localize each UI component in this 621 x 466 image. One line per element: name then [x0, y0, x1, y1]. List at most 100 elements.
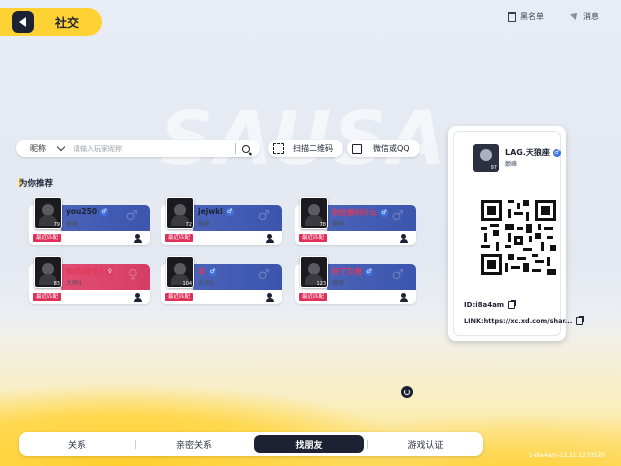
female-icon: ♀ [105, 268, 114, 276]
refresh-icon[interactable] [401, 386, 413, 398]
profile-id-text: ID:i8a4am [464, 301, 505, 309]
avatar[interactable]: 78 [300, 197, 328, 229]
profile-rank: 巅峰 [505, 161, 518, 168]
recommend-card[interactable]: ♀ 83 快手[校长] ♀ 大师II 最近匹配 [29, 256, 150, 304]
player-name: 好了又卷 ♂ [332, 266, 373, 277]
recommend-card[interactable]: ♂ 78 你在卷叫什么 ♂ 巅峰 最近匹配 [295, 197, 416, 245]
recommend-card[interactable]: ♂ 79 you250 ♂ 巅峰 最近匹配 [29, 197, 150, 245]
recommend-title: 为你推荐 [19, 179, 54, 189]
male-icon: ♂ [100, 208, 109, 216]
search-bar: 昵称 请输入玩家昵称 [16, 140, 260, 157]
divider-icon [570, 10, 580, 20]
profile-link: LINK:https://xc.xd.com/shar... [464, 317, 584, 325]
player-name: 半 ♂ [198, 266, 217, 277]
trash-icon [508, 11, 516, 22]
scan-qr-label: 扫描二维码 [293, 144, 333, 153]
player-rank: 巅峰 [332, 221, 345, 228]
search-type-select[interactable]: 昵称 [30, 143, 46, 154]
messages-button[interactable]: 消息 [583, 11, 599, 22]
male-icon: ♂ [225, 208, 234, 216]
tab-relations[interactable]: 关系 [19, 435, 135, 453]
blacklist-label: 黑名单 [520, 12, 544, 21]
qr-code [481, 200, 556, 275]
scan-qr-button[interactable]: 扫描二维码 [268, 140, 343, 157]
recommend-card[interactable]: ♂ 72 jejwki ♂ 巅峰 最近匹配 [161, 197, 282, 245]
player-rank: 大师II [66, 280, 82, 287]
add-friend-icon[interactable] [266, 234, 276, 243]
add-friend-icon[interactable] [134, 293, 144, 302]
copy-icon[interactable] [576, 317, 584, 325]
tab-game-verification[interactable]: 游戏认证 [368, 435, 483, 453]
player-name: jejwki ♂ [198, 207, 234, 216]
player-rank: 巅峰 [66, 221, 79, 228]
profile-avatar: 97 [473, 144, 499, 172]
tab-intimate[interactable]: 亲密关系 [136, 435, 252, 453]
level-badge: 78 [319, 222, 326, 228]
avatar[interactable]: 104 [166, 256, 194, 288]
player-name-text: 快手[校长] [66, 267, 103, 276]
copy-icon[interactable] [508, 301, 516, 309]
add-friend-icon[interactable] [400, 234, 410, 243]
player-name-text: jejwki [198, 207, 223, 216]
version-text: 1-i8a4am-13.31.1270520 [528, 452, 605, 459]
avatar[interactable]: 79 [34, 197, 62, 229]
recommend-card[interactable]: ♂ 123 好了又卷 ♂ 巅峰 最近匹配 [295, 256, 416, 304]
search-icon[interactable] [242, 144, 250, 153]
blacklist-button[interactable]: 黑名单 [508, 11, 544, 22]
add-friend-icon[interactable] [400, 293, 410, 302]
search-divider [235, 143, 236, 154]
profile-name: LAG.天狼座 ♂ [505, 147, 561, 158]
messages-label: 消息 [583, 12, 599, 21]
card-deco: ♂ [391, 267, 404, 283]
share-icon [352, 143, 362, 154]
chevron-down-icon[interactable] [56, 142, 66, 152]
avatar[interactable]: 83 [34, 256, 62, 288]
level-badge: 72 [185, 222, 192, 228]
male-icon: ♂ [552, 148, 561, 157]
male-icon: ♂ [208, 268, 217, 276]
recent-match-tag: 最近匹配 [299, 234, 328, 242]
player-name-text: 半 [198, 267, 206, 276]
male-icon: ♂ [365, 268, 373, 276]
recent-match-tag: 最近匹配 [165, 293, 194, 301]
recent-match-tag: 最近匹配 [165, 234, 194, 242]
level-badge: 104 [182, 281, 192, 287]
player-name-text: you250 [66, 207, 98, 216]
player-name-text: 你在卷叫什么 [332, 208, 377, 217]
avatar[interactable]: 72 [166, 197, 194, 229]
recent-match-tag: 最近匹配 [33, 234, 62, 242]
share-label: 微信或QQ [373, 144, 410, 153]
add-friend-icon[interactable] [134, 234, 144, 243]
tab-find-friends[interactable]: 找朋友 [254, 435, 364, 453]
player-name: 快手[校长] ♀ [66, 266, 114, 277]
card-deco: ♂ [257, 208, 270, 224]
recent-match-tag: 最近匹配 [33, 293, 62, 301]
background-logo-text: SAUSA [160, 96, 448, 182]
profile-level: 97 [490, 165, 497, 171]
profile-name-text: LAG.天狼座 [505, 148, 550, 157]
card-deco: ♀ [127, 267, 138, 283]
level-badge: 83 [53, 281, 60, 287]
player-rank: 大师II [198, 280, 214, 287]
scan-icon [273, 143, 284, 154]
male-icon: ♂ [380, 209, 388, 217]
search-input[interactable]: 请输入玩家昵称 [73, 144, 235, 154]
card-deco: ♂ [391, 208, 404, 224]
profile-id: ID:i8a4am [464, 301, 516, 309]
back-icon[interactable] [12, 11, 34, 33]
recommend-card[interactable]: ♂ 104 半 ♂ 大师II 最近匹配 [161, 256, 282, 304]
bottom-tab-bar: 关系 亲密关系 找朋友 游戏认证 [19, 432, 483, 456]
player-name: you250 ♂ [66, 207, 109, 216]
level-badge: 123 [316, 281, 326, 287]
add-friend-icon[interactable] [266, 293, 276, 302]
player-name: 你在卷叫什么 ♂ [332, 207, 388, 218]
card-deco: ♂ [257, 267, 270, 283]
share-wechat-qq-button[interactable]: 微信或QQ [347, 140, 420, 157]
recent-match-tag: 最近匹配 [299, 293, 328, 301]
avatar[interactable]: 123 [300, 256, 328, 288]
profile-qr-panel: 97 LAG.天狼座 ♂ 巅峰 ID:i8a4am LINK:https://xc… [448, 126, 584, 341]
card-deco: ♂ [125, 208, 138, 224]
player-rank: 巅峰 [198, 221, 211, 228]
page-title: 社交 [55, 16, 80, 30]
player-name-text: 好了又卷 [332, 267, 362, 276]
